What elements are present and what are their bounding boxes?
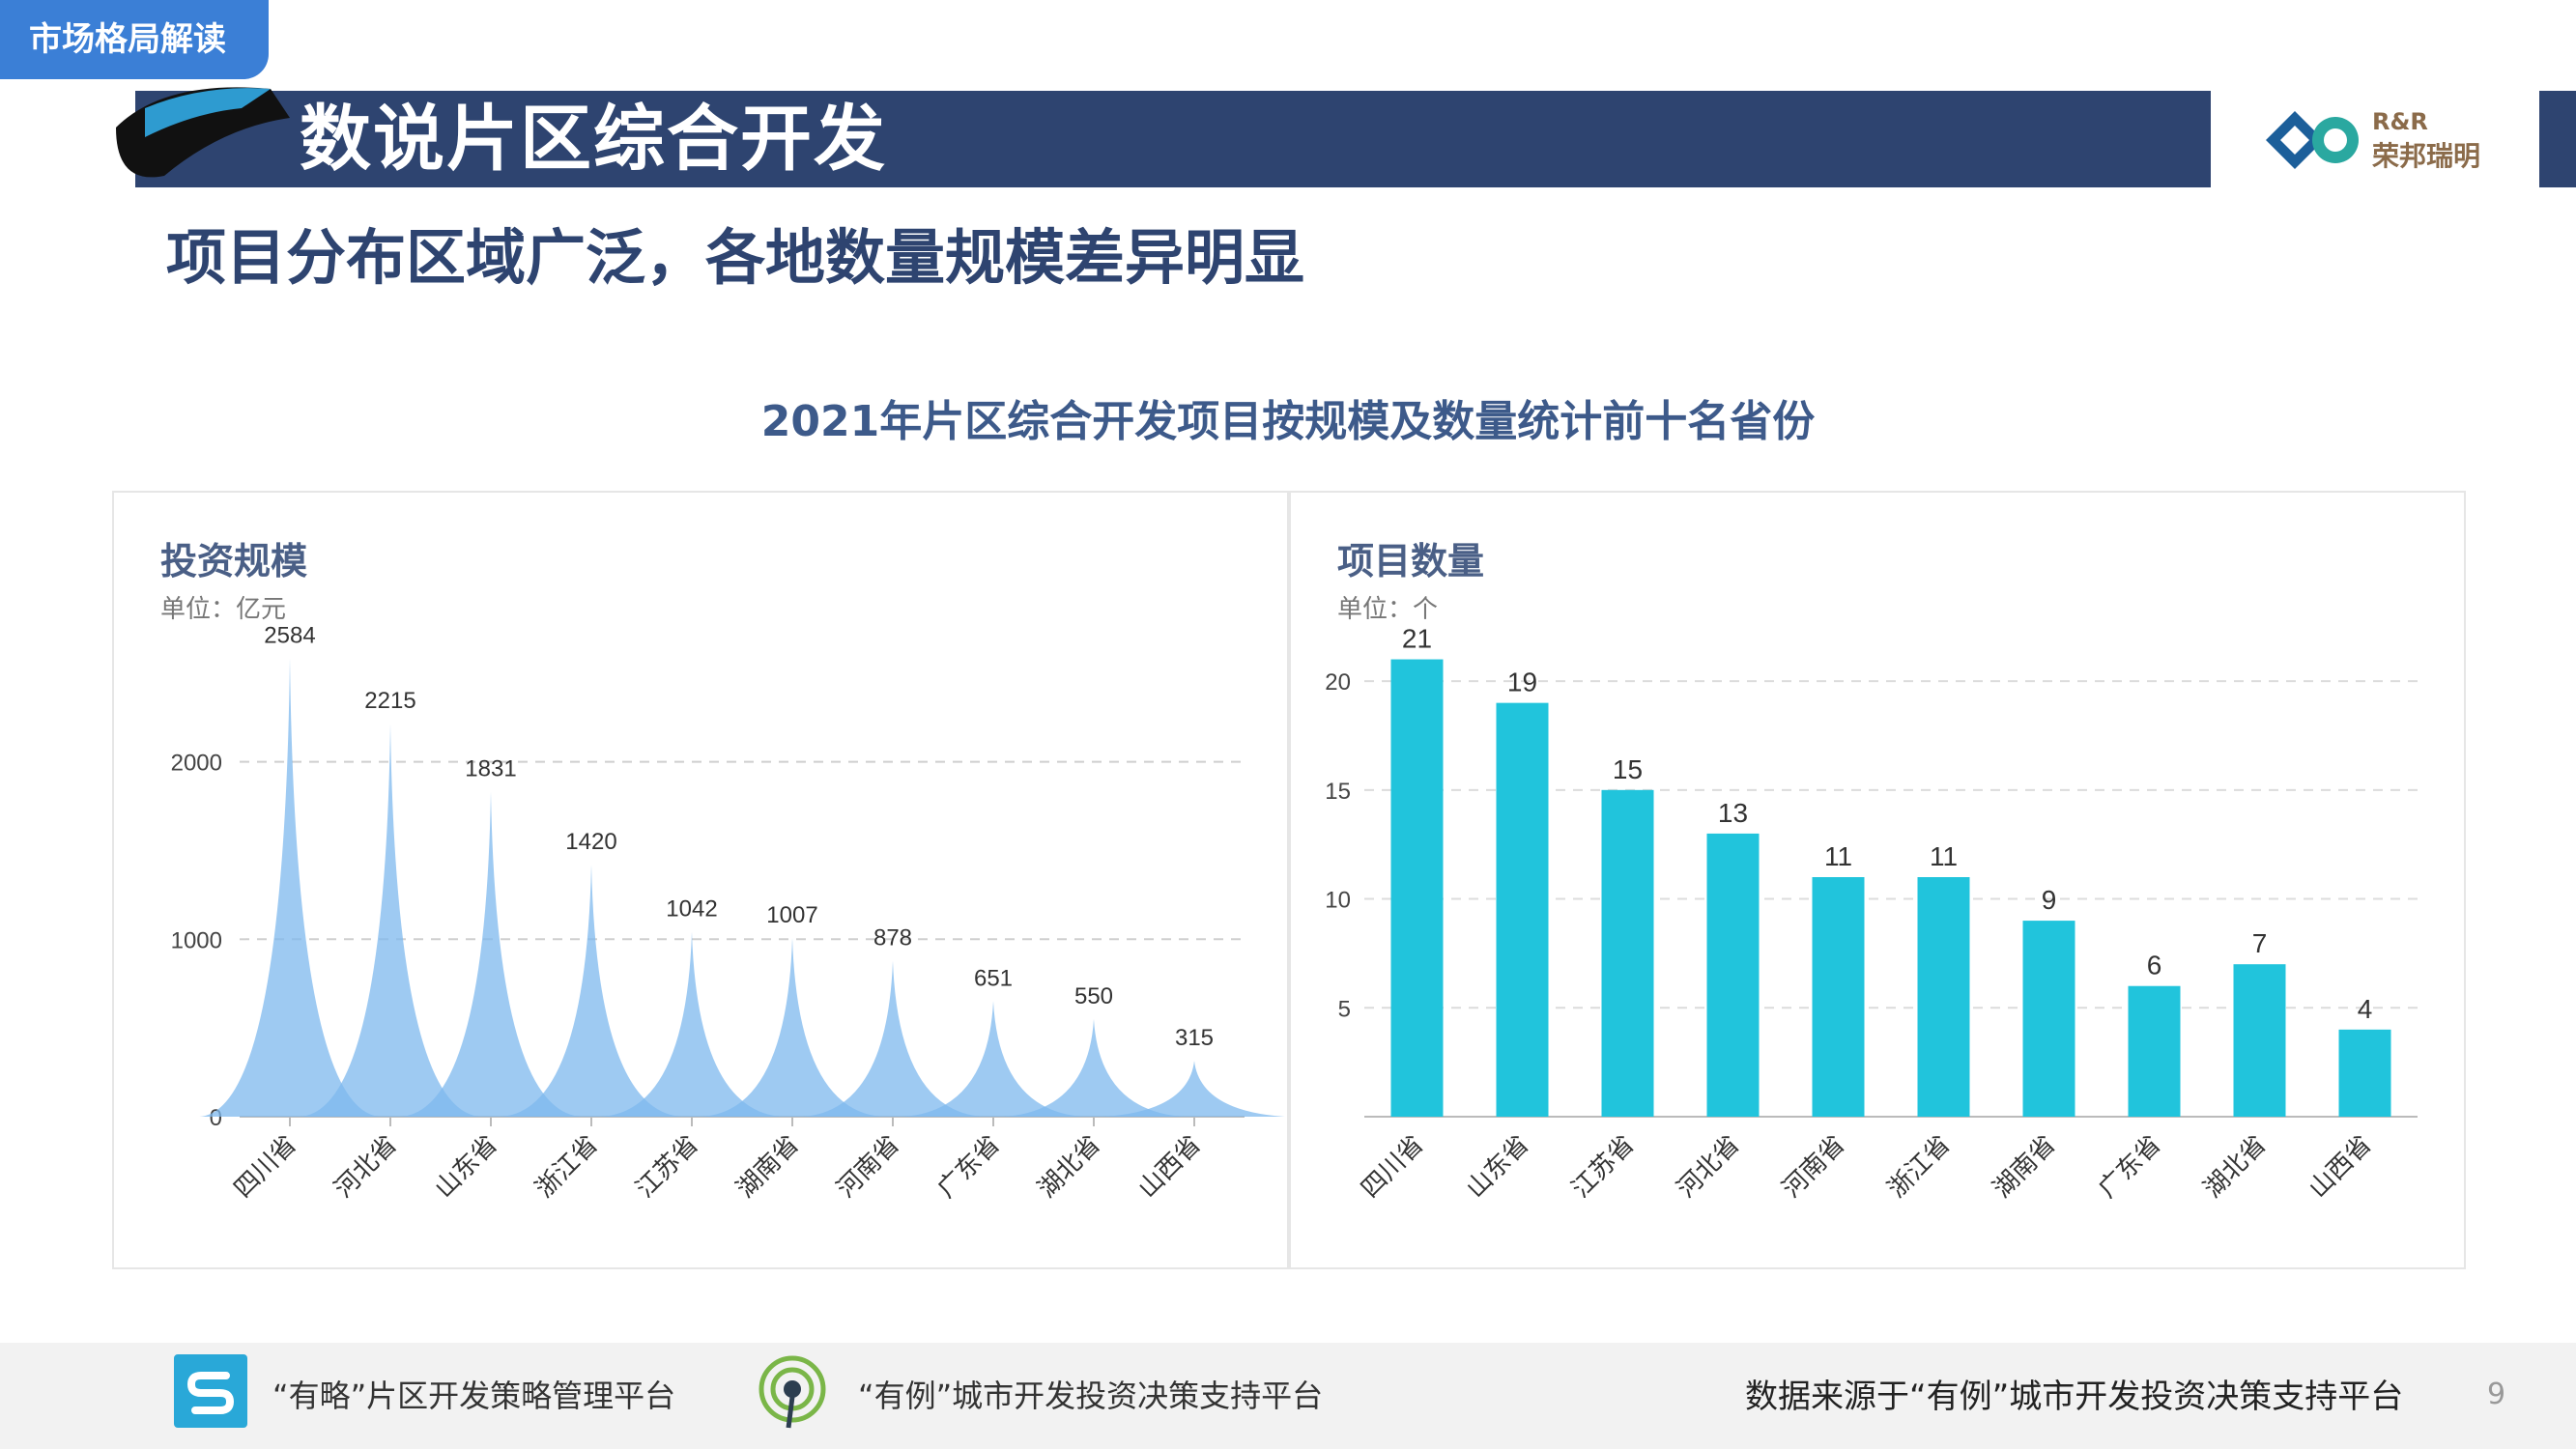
chart-main-title: 2021年片区综合开发项目按规模及数量统计前十名省份 (760, 397, 1816, 446)
count-panel: 项目数量 单位：个 5 10 15 20 21 四川省 19 山东省 15 江苏省 13 河北省 11 河… (1289, 491, 2466, 1269)
data-label: 550 (1074, 983, 1113, 1009)
strategy-platform-label: “有略”片区开发策略管理平台 (272, 1378, 676, 1414)
title-bar-end (2539, 91, 2576, 187)
x-tick-label: 河北省 (329, 1130, 403, 1204)
y-tick-label: 15 (1325, 779, 1351, 805)
y-tick-label: 20 (1325, 669, 1351, 696)
y-tick-label: 2000 (171, 751, 222, 777)
x-tick-label: 山东省 (1461, 1130, 1534, 1204)
logo-text-latin: R&R (2372, 108, 2428, 135)
bar (1601, 789, 1654, 1117)
bar (1706, 833, 1760, 1117)
data-label: 1420 (565, 829, 616, 855)
data-label: 4 (2358, 994, 2373, 1024)
case-platform-label: “有例”城市开发投资决策支持平台 (858, 1378, 1324, 1414)
x-tick-label: 湖南省 (1988, 1130, 2061, 1204)
case-platform-icon (758, 1355, 826, 1429)
data-label: 2215 (364, 688, 415, 714)
page-subtitle: 项目分布区域广泛，各地数量规模差异明显 (166, 222, 1305, 293)
logo-text-cn: 荣邦瑞明 (2372, 140, 2481, 172)
data-label: 13 (1718, 798, 1748, 828)
x-tick-label: 河南省 (832, 1130, 905, 1204)
investment-panel: 投资规模 单位：亿元 0 1000 2000 2584 四川省 2215 河北省 1831 山东… (112, 491, 1289, 1269)
data-label: 651 (974, 965, 1013, 991)
x-tick-label: 山西省 (1133, 1130, 1207, 1204)
data-label: 9 (2042, 885, 2057, 915)
x-tick-label: 山东省 (430, 1130, 503, 1204)
x-tick-label: 浙江省 (1882, 1130, 1956, 1204)
title-decoration-icon (116, 87, 290, 178)
data-label: 878 (873, 925, 912, 952)
data-label: 6 (2147, 951, 2162, 980)
data-label: 2584 (264, 622, 315, 648)
bar (1390, 659, 1444, 1117)
data-label: 21 (1402, 624, 1432, 654)
section-tag: 市场格局解读 (0, 0, 269, 79)
x-tick-label: 江苏省 (631, 1130, 704, 1204)
x-tick-label: 湖北省 (1033, 1130, 1106, 1204)
y-tick-label: 10 (1325, 888, 1351, 914)
bar (2128, 985, 2181, 1117)
data-label: 1831 (465, 756, 516, 782)
data-label: 11 (1824, 841, 1852, 871)
data-label: 1042 (666, 896, 717, 923)
data-label: 15 (1613, 754, 1643, 784)
bar (1812, 877, 1865, 1117)
x-tick-label: 四川省 (1356, 1130, 1429, 1204)
x-tick-label: 湖北省 (2198, 1130, 2272, 1204)
x-tick-label: 河北省 (1672, 1130, 1745, 1204)
page-title: 数说片区综合开发 (300, 98, 887, 181)
bar (2338, 1029, 2391, 1117)
x-tick-label: 四川省 (229, 1130, 302, 1204)
bar (2233, 964, 2286, 1117)
x-tick-label: 江苏省 (1566, 1130, 1640, 1204)
data-label: 19 (1507, 668, 1537, 697)
data-label: 11 (1930, 841, 1958, 871)
x-tick-label: 山西省 (2304, 1130, 2377, 1204)
page-number: 9 (2487, 1378, 2506, 1411)
y-tick-label: 1000 (171, 927, 222, 953)
count-bar-chart: 5 10 15 20 21 四川省 19 山东省 15 江苏省 13 河北省 11 河南省 11 浙江省 9 湖南… (1325, 624, 2418, 1204)
data-label: 1007 (766, 902, 817, 928)
bar (1917, 877, 1970, 1117)
bar (2022, 921, 2075, 1117)
x-tick-label: 广东省 (932, 1130, 1006, 1204)
x-tick-label: 湖南省 (731, 1130, 805, 1204)
x-tick-label: 河南省 (1777, 1130, 1850, 1204)
data-source-note: 数据来源于“有例”城市开发投资决策支持平台 (1745, 1378, 2404, 1416)
area-spike (199, 658, 381, 1117)
data-label: 7 (2252, 928, 2268, 958)
y-tick-label: 5 (1338, 996, 1351, 1022)
x-tick-label: 广东省 (2093, 1130, 2166, 1204)
bar (1496, 702, 1549, 1117)
investment-area-chart: 0100020002584四川省2215河北省1831山东省1420浙江省104… (171, 622, 1285, 1204)
strategy-platform-icon (174, 1354, 247, 1428)
data-label: 315 (1175, 1025, 1214, 1051)
x-tick-label: 浙江省 (530, 1130, 604, 1204)
